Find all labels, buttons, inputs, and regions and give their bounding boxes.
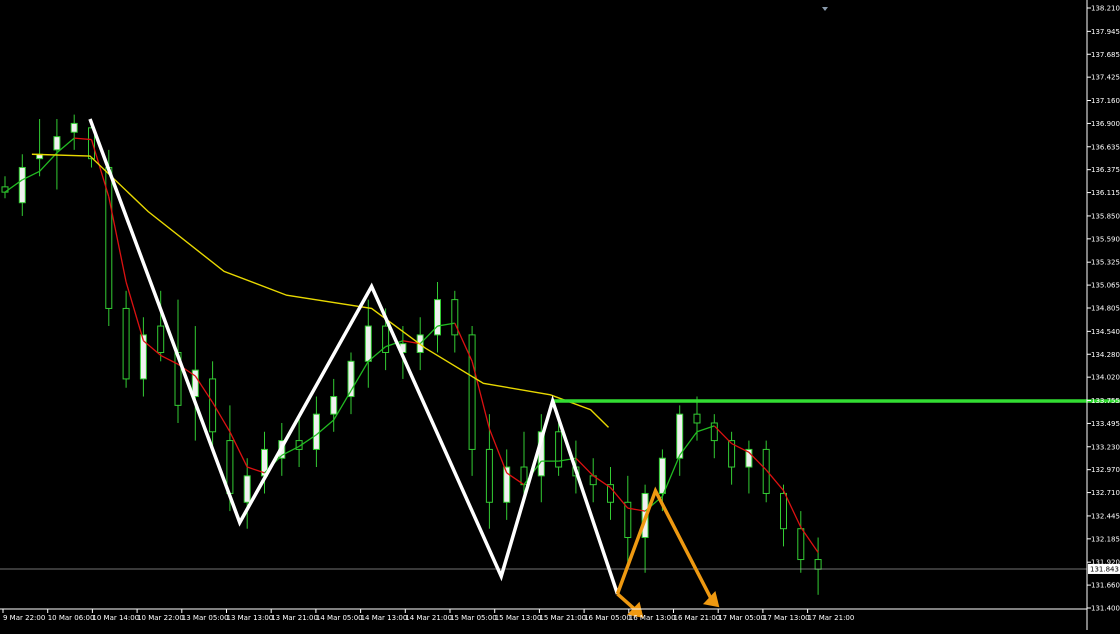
y-tick-label: 136.635 bbox=[1091, 143, 1120, 151]
y-tick-label: 137.425 bbox=[1091, 74, 1120, 82]
x-tick-label: 10 Mar 14:00 bbox=[92, 614, 139, 622]
y-tick-label: 135.590 bbox=[1091, 235, 1120, 243]
x-tick-label: 16 Mar 13:00 bbox=[629, 614, 676, 622]
y-tick-label: 133.495 bbox=[1091, 420, 1120, 428]
candle-body bbox=[312, 413, 320, 450]
candle-body bbox=[70, 122, 78, 133]
x-tick-label: 17 Mar 21:00 bbox=[808, 614, 855, 622]
x-tick-label: 15 Mar 13:00 bbox=[495, 614, 542, 622]
y-tick-label: 135.850 bbox=[1091, 212, 1120, 220]
y-tick-label: 137.685 bbox=[1091, 51, 1120, 59]
candle-body bbox=[122, 307, 130, 380]
candle-body bbox=[243, 475, 251, 503]
y-tick-label: 131.400 bbox=[1091, 605, 1120, 613]
x-tick-label: 14 Mar 21:00 bbox=[405, 614, 452, 622]
x-tick-label: 15 Mar 21:00 bbox=[539, 614, 586, 622]
y-tick-label: 135.325 bbox=[1091, 259, 1120, 267]
x-tick-label: 13 Mar 21:00 bbox=[271, 614, 318, 622]
y-tick-label: 132.445 bbox=[1091, 512, 1120, 520]
candle-body bbox=[451, 299, 459, 336]
y-tick-label: 132.185 bbox=[1091, 535, 1120, 543]
candle-body bbox=[364, 325, 372, 362]
candle-body bbox=[330, 396, 338, 415]
x-tick-label: 16 Mar 05:00 bbox=[584, 614, 631, 622]
y-tick-label: 134.020 bbox=[1091, 374, 1120, 382]
candle-body bbox=[434, 299, 441, 336]
y-tick-label: 134.280 bbox=[1091, 351, 1120, 359]
y-tick-label: 137.945 bbox=[1091, 28, 1120, 36]
x-tick-label: 10 Mar 06:00 bbox=[48, 614, 95, 622]
candle-body bbox=[780, 492, 787, 530]
x-tick-label: 14 Mar 05:00 bbox=[316, 614, 363, 622]
y-tick-label: 132.970 bbox=[1091, 466, 1120, 474]
y-tick-label: 138.210 bbox=[1091, 5, 1120, 13]
y-tick-label: 134.805 bbox=[1091, 305, 1120, 313]
candle-body bbox=[814, 559, 822, 570]
candle-body bbox=[658, 457, 666, 494]
candle-body bbox=[693, 413, 701, 424]
candle-body bbox=[710, 422, 718, 442]
y-tick-label: 131.660 bbox=[1091, 582, 1120, 590]
x-tick-label: 14 Mar 13:00 bbox=[361, 614, 408, 622]
x-tick-label: 9 Mar 22:00 bbox=[3, 614, 45, 622]
x-tick-label: 17 Mar 05:00 bbox=[718, 614, 765, 622]
candle-body bbox=[485, 448, 493, 503]
y-tick-label: 135.065 bbox=[1091, 282, 1120, 290]
x-tick-label: 13 Mar 13:00 bbox=[227, 614, 274, 622]
price-chart[interactable]: 138.210 137.945 137.685 137.425 137.160 136.9… bbox=[0, 0, 1120, 630]
y-tick-label: 136.375 bbox=[1091, 166, 1120, 174]
x-tick-label: 16 Mar 21:00 bbox=[674, 614, 721, 622]
x-tick-label: 15 Mar 05:00 bbox=[450, 614, 497, 622]
x-tick-label: 17 Mar 13:00 bbox=[763, 614, 810, 622]
candle-body bbox=[157, 325, 165, 353]
candle-body bbox=[762, 448, 770, 494]
y-tick-label: 132.710 bbox=[1091, 489, 1120, 497]
x-tick-label: 10 Mar 22:00 bbox=[137, 614, 184, 622]
y-tick-label: 134.540 bbox=[1091, 328, 1120, 336]
candle-body bbox=[797, 528, 805, 561]
y-tick-label: 136.900 bbox=[1091, 120, 1120, 128]
y-tick-label: 133.755 bbox=[1091, 397, 1120, 405]
current-price-label: 131.843 bbox=[1090, 565, 1119, 573]
candle-body bbox=[53, 136, 61, 151]
x-tick-label: 13 Mar 05:00 bbox=[182, 614, 229, 622]
chart-background bbox=[0, 0, 1120, 630]
y-tick-label: 137.160 bbox=[1091, 97, 1120, 105]
candle-body bbox=[18, 166, 26, 204]
candle-body bbox=[468, 334, 476, 450]
y-tick-label: 136.115 bbox=[1091, 189, 1120, 197]
y-tick-label: 133.230 bbox=[1091, 443, 1120, 451]
chart-canvas: 138.210 137.945 137.685 137.425 137.160 136.9… bbox=[0, 0, 1120, 630]
